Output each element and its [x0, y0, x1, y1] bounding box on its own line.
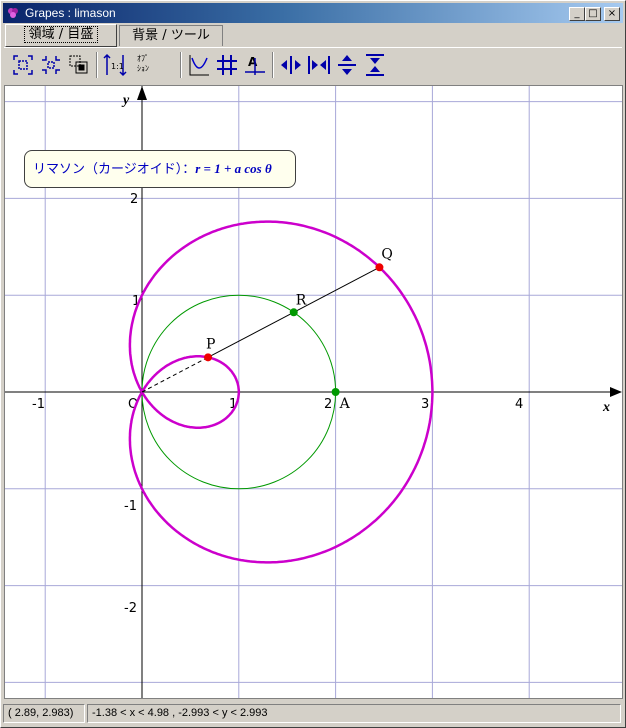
- y-tick-label: 2: [130, 192, 138, 207]
- y-axis-arrow: [137, 86, 147, 100]
- grid-icon[interactable]: [214, 52, 240, 78]
- toolbar-separator: [180, 52, 182, 78]
- tab-label: 領域 / 目盛: [23, 26, 99, 43]
- point-q[interactable]: [375, 263, 384, 272]
- x-tick-label: 2: [324, 397, 332, 412]
- fit-view-icon[interactable]: [10, 52, 36, 78]
- x-axis-label: x: [602, 400, 610, 415]
- point-r-label: R: [296, 292, 307, 308]
- app-window: Grapes : limason _ □ × 領域 / 目盛 背景 / ツール …: [0, 0, 626, 728]
- toolbar-separator: [96, 52, 98, 78]
- toolbar-separator: [272, 52, 274, 78]
- x-stretch-icon[interactable]: [278, 52, 304, 78]
- maximize-icon: □: [588, 8, 598, 19]
- graph-canvas[interactable]: -1 1 2 3 4 2 1 -1 -2 O x y P Q R A リマソン（…: [4, 85, 623, 699]
- options-label-line2: ｼｮﾝ: [137, 64, 149, 73]
- graph-icon[interactable]: [186, 52, 212, 78]
- tab-strip: 領域 / 目盛 背景 / ツール: [1, 24, 625, 47]
- x-shrink-icon[interactable]: [306, 52, 332, 78]
- shrink-view-icon[interactable]: [38, 52, 64, 78]
- options-icon[interactable]: ｵﾌﾟ ｼｮﾝ: [137, 54, 149, 74]
- svg-text:A: A: [248, 55, 258, 69]
- equation-label-box[interactable]: リマソン（カージオイド）：r = 1 + a cos θ: [24, 150, 296, 188]
- maximize-button[interactable]: □: [585, 7, 601, 21]
- minimize-button[interactable]: _: [569, 7, 585, 21]
- status-range: -1.38 < x < 4.98 , -2.993 < y < 2.993: [87, 704, 621, 723]
- tab-area-scale[interactable]: 領域 / 目盛: [5, 24, 117, 47]
- y-axis-label: y: [121, 93, 130, 108]
- point-a[interactable]: [331, 388, 340, 396]
- options-label-line1: ｵﾌﾟ: [137, 54, 149, 63]
- point-p-label: P: [206, 336, 215, 352]
- title-bar[interactable]: Grapes : limason _ □ ×: [3, 3, 623, 23]
- zoom-box-icon[interactable]: [66, 52, 92, 78]
- x-axis-arrow: [610, 387, 622, 397]
- svg-text:1:1: 1:1: [111, 62, 124, 71]
- point-q-label: Q: [381, 246, 392, 262]
- status-bar: ( 2.89, 2.983) -1.38 < x < 4.98 , -2.993…: [3, 703, 623, 725]
- close-icon: ×: [607, 8, 617, 19]
- minimize-icon: _: [574, 8, 580, 19]
- axis-label-icon[interactable]: A: [242, 52, 268, 78]
- x-tick-label: -1: [32, 397, 45, 412]
- x-tick-label: 4: [515, 397, 523, 412]
- point-r[interactable]: [289, 308, 298, 317]
- x-tick-label: 3: [421, 397, 429, 412]
- point-a-label: A: [339, 396, 351, 412]
- y-tick-label: -2: [124, 601, 137, 616]
- y-stretch-icon[interactable]: [334, 52, 360, 78]
- label-box-equation: r = 1 + a cos θ: [195, 161, 272, 176]
- tab-label: 背景 / ツール: [132, 28, 210, 43]
- status-coords: ( 2.89, 2.983): [3, 704, 85, 723]
- grapes-app-icon: [8, 8, 18, 18]
- y-shrink-icon[interactable]: [362, 52, 388, 78]
- window-title: Grapes : limason: [25, 6, 116, 20]
- close-button[interactable]: ×: [604, 7, 620, 21]
- toolbar: 1:1 ｵﾌﾟ ｼｮﾝ A: [4, 47, 622, 81]
- tab-background-tools[interactable]: 背景 / ツール: [119, 25, 223, 46]
- point-p[interactable]: [204, 353, 213, 362]
- aspect-1to1-icon[interactable]: 1:1: [102, 52, 128, 78]
- y-tick-label: -1: [124, 499, 137, 514]
- label-box-title: リマソン（カージオイド）：: [33, 162, 196, 177]
